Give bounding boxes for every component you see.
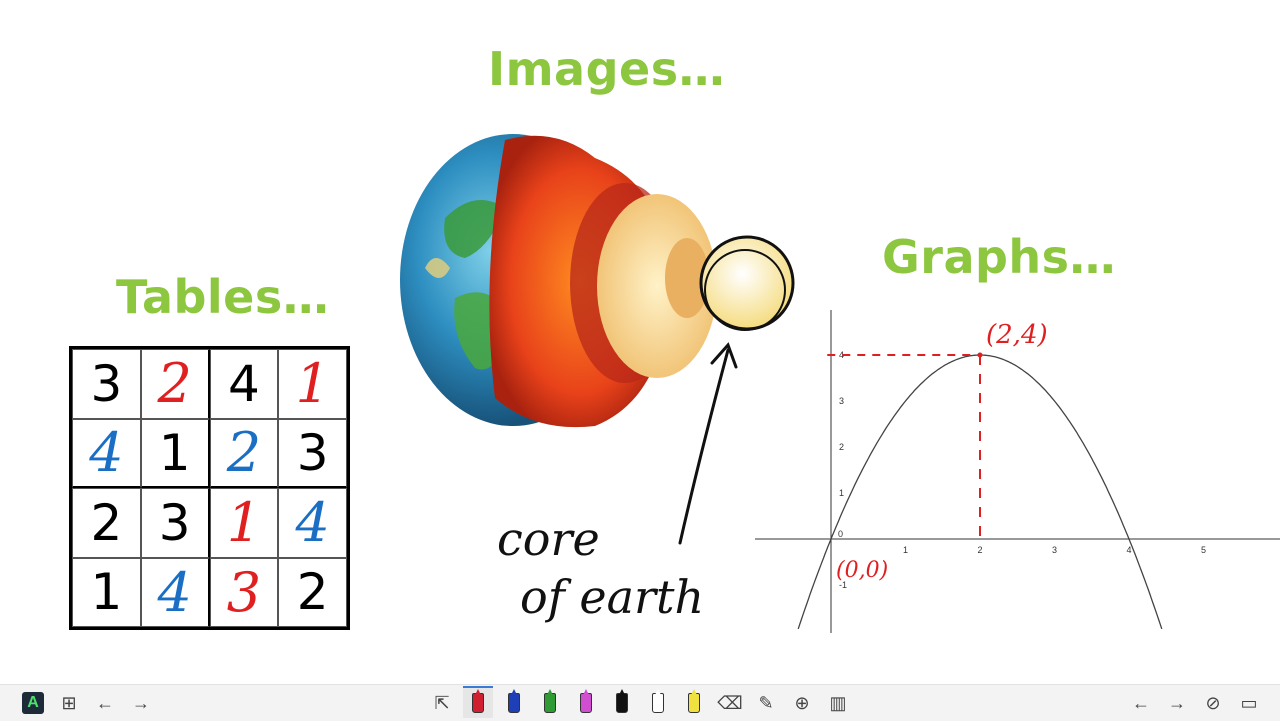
undo-arrow-icon: ← (1132, 692, 1150, 713)
forward-arrow-icon: → (132, 692, 150, 713)
table-cell: 3 (278, 418, 347, 488)
parabola-graph[interactable]: 1 2 3 4 512340-1 (2,4)(0,0) (755, 305, 1280, 635)
table-cell: 3 (209, 557, 279, 627)
y-tick-label: 3 (839, 396, 844, 406)
highlighter-yellow-icon (688, 693, 700, 713)
graph-axes (755, 310, 1280, 633)
pen-black-icon (616, 693, 628, 713)
table-cell: 2 (72, 488, 141, 558)
vertex-label: (2,4) (986, 320, 1048, 350)
hide-eye-button[interactable]: ⊘ (1198, 688, 1228, 718)
back-arrow-button[interactable]: ← (90, 688, 120, 718)
pen-green-button[interactable] (535, 688, 565, 718)
table-cell: 1 (278, 349, 347, 419)
x-tick-label: 3 (1052, 545, 1057, 555)
pen-blue-button[interactable] (499, 688, 529, 718)
add-page-icon: ⊕ (794, 692, 810, 713)
x-tick-label: 4 (1126, 545, 1131, 555)
section-title-graphs: Graphs… (882, 230, 1117, 284)
table-cell: 1 (209, 488, 279, 558)
pen-green-icon (544, 693, 556, 713)
pen-white-icon (652, 693, 664, 713)
redo-arrow-button[interactable]: → (1162, 688, 1192, 718)
x-tick-label: 2 (977, 545, 982, 555)
x-tick-label: 1 (903, 545, 908, 555)
eraser-button[interactable]: ⌫ (715, 688, 745, 718)
y-tick-label: 1 (839, 488, 844, 498)
table-cell: 3 (72, 349, 141, 419)
chart-button[interactable]: ▥ (823, 688, 853, 718)
annotation-core: core (497, 512, 600, 566)
graph-annotations: (2,4) (0,0) (827, 320, 1048, 583)
back-arrow-icon: ← (96, 692, 114, 713)
eraser-icon: ⌫ (717, 692, 743, 713)
pen-red-button[interactable] (463, 686, 493, 718)
origin-tick-label: 0 (838, 529, 843, 539)
pen-white-button[interactable] (643, 688, 673, 718)
section-title-images: Images… (488, 42, 726, 96)
pen-pink-icon (580, 693, 592, 713)
screen-settings-button[interactable]: ▭ (1234, 688, 1264, 718)
select-cursor-icon: ⇱ (434, 692, 450, 713)
pages-grid-button[interactable]: ⊞ (54, 688, 84, 718)
undo-arrow-button[interactable]: ← (1126, 688, 1156, 718)
app-logo-icon: A (27, 694, 39, 711)
hide-eye-icon: ⊘ (1205, 692, 1221, 713)
x-tick-label: 5 (1201, 545, 1206, 555)
table-cell: 4 (72, 418, 141, 488)
table-cell: 4 (278, 488, 347, 558)
table-cell: 1 (140, 418, 210, 488)
add-page-button[interactable]: ⊕ (787, 688, 817, 718)
table-cell: 2 (278, 557, 347, 627)
table-cell: 4 (140, 557, 210, 627)
annotation-of-earth: of earth (520, 570, 705, 624)
app-logo-button[interactable]: A (22, 692, 44, 714)
screen-settings-icon: ▭ (1240, 692, 1258, 713)
table-cell: 2 (209, 418, 279, 488)
table-cell: 1 (72, 557, 141, 627)
table-cell: 2 (140, 349, 210, 419)
section-title-tables: Tables… (116, 270, 330, 324)
pen-black-button[interactable] (607, 688, 637, 718)
pen-red-icon (472, 693, 484, 713)
graph-tick-labels: 1 2 3 4 512340-1 (838, 350, 1206, 590)
redo-arrow-icon: → (1168, 692, 1186, 713)
vertex-point (977, 352, 983, 358)
chart-icon: ▥ (829, 692, 847, 713)
pages-grid-icon: ⊞ (61, 692, 77, 713)
origin-point-label: (0,0) (836, 558, 888, 583)
y-tick-label: 2 (839, 442, 844, 452)
sudoku-table[interactable]: 3241412323141432 (69, 346, 350, 630)
laser-pointer-icon: ✎ (758, 692, 774, 713)
highlighter-yellow-button[interactable] (679, 688, 709, 718)
annotation-arrow (678, 342, 738, 545)
table-cell: 4 (209, 349, 279, 419)
table-cell: 3 (140, 488, 210, 558)
pen-blue-icon (508, 693, 520, 713)
laser-pointer-button[interactable]: ✎ (751, 688, 781, 718)
select-cursor-button[interactable]: ⇱ (427, 688, 457, 718)
forward-arrow-button[interactable]: → (126, 688, 156, 718)
bottom-toolbar: A ⊞ ← → ⇱ ⌫ ✎ ⊕ ▥ ← → ⊘ ▭ (0, 684, 1280, 721)
pen-pink-button[interactable] (571, 688, 601, 718)
